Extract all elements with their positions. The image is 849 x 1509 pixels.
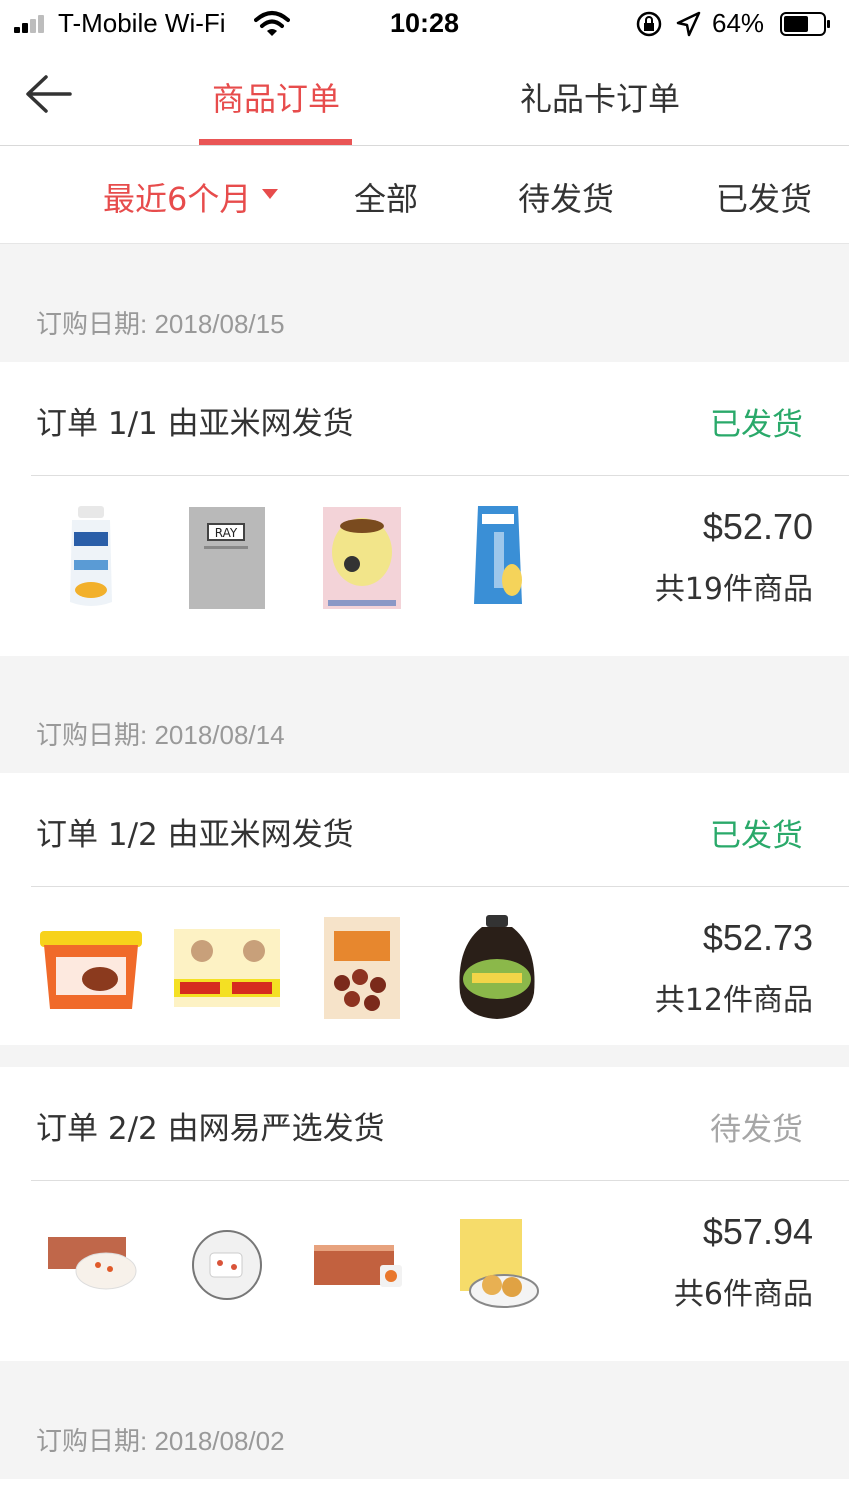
sauce-tub-icon [40,931,142,1009]
order-price: $52.73 [702,917,813,958]
header: 商品订单 礼品卡订单 [0,48,849,146]
milk-carton-icon [474,506,522,604]
milk-bottle-icon [70,506,112,606]
filter-pending[interactable]: 待发货 [518,174,614,220]
order-status: 待发货 [710,1112,803,1148]
product-row[interactable]: $57.94 共6件商品 [0,1181,849,1361]
item-count: 共19件商品 [654,572,813,607]
order-card[interactable]: 订单 1/2 由亚米网发货 已发货 $52.73 共12件商品 [0,773,849,1045]
spicy-snack-pack-icon [174,929,280,1007]
order-date: 订购日期: 2018/08/15 [36,309,285,339]
jam-jar-icon [459,915,535,1019]
product-row[interactable]: $52.73 共12件商品 [0,887,849,1067]
order-header: 订单 2/2 由网易严选发货 待发货 [0,1067,849,1181]
order-price: $57.94 [702,1211,813,1252]
dates-bag-icon [324,917,400,1019]
filter-shipped[interactable]: 已发货 [716,174,812,220]
order-card[interactable]: 订单 1/1 由亚米网发货 已发货 RAY $52.70 共19件商品 [0,362,849,656]
location-arrow-icon [676,11,701,37]
filter-all[interactable]: 全部 [354,174,418,220]
battery-icon [780,12,830,36]
battery-percent: 64% [712,8,765,38]
tab-gift-card-orders[interactable]: 礼品卡订单 [505,74,695,120]
order-date: 订购日期: 2018/08/02 [36,1426,285,1456]
order-status: 已发货 [710,407,803,443]
order-title: 订单 2/2 由网易严选发货 [36,1111,385,1147]
order-header: 订单 1/2 由亚米网发货 已发货 [0,773,849,887]
dessert-box-icon [48,1237,137,1290]
item-count: 共6件商品 [673,1277,813,1312]
face-mask-icon: RAY [189,507,265,609]
status-bar: T-Mobile Wi-Fi 10:28 64% [0,0,849,48]
snack-box-icon [314,1245,402,1287]
order-title: 订单 1/2 由亚米网发货 [36,817,354,853]
order-header: 订单 1/1 由亚米网发货 已发货 [0,362,849,476]
svg-text:RAY: RAY [215,526,238,540]
order-price: $52.70 [702,506,813,547]
order-date: 订购日期: 2018/08/14 [36,720,285,750]
order-card[interactable]: 订单 2/2 由网易严选发货 待发货 $57.94 共6件商品 [0,1067,849,1361]
rice-cake-plate-icon [192,1230,262,1300]
honey-mask-icon [323,507,401,609]
rotation-lock-icon [636,11,662,37]
tab-product-orders[interactable]: 商品订单 [200,74,352,120]
order-title: 订单 1/1 由亚米网发货 [36,406,354,442]
caret-down-icon [262,189,278,199]
period-filter-dropdown[interactable]: 最近6个月 [103,174,251,220]
pastry-plate-icon [460,1219,539,1308]
item-count: 共12件商品 [654,983,813,1018]
active-tab-indicator [199,139,352,145]
product-row[interactable]: RAY $52.70 共19件商品 [0,476,849,656]
order-status: 已发货 [710,818,803,854]
arrow-left-icon[interactable] [24,72,74,116]
order-card[interactable] [0,1479,849,1509]
filter-bar: 最近6个月 全部 待发货 已发货 [0,146,849,244]
